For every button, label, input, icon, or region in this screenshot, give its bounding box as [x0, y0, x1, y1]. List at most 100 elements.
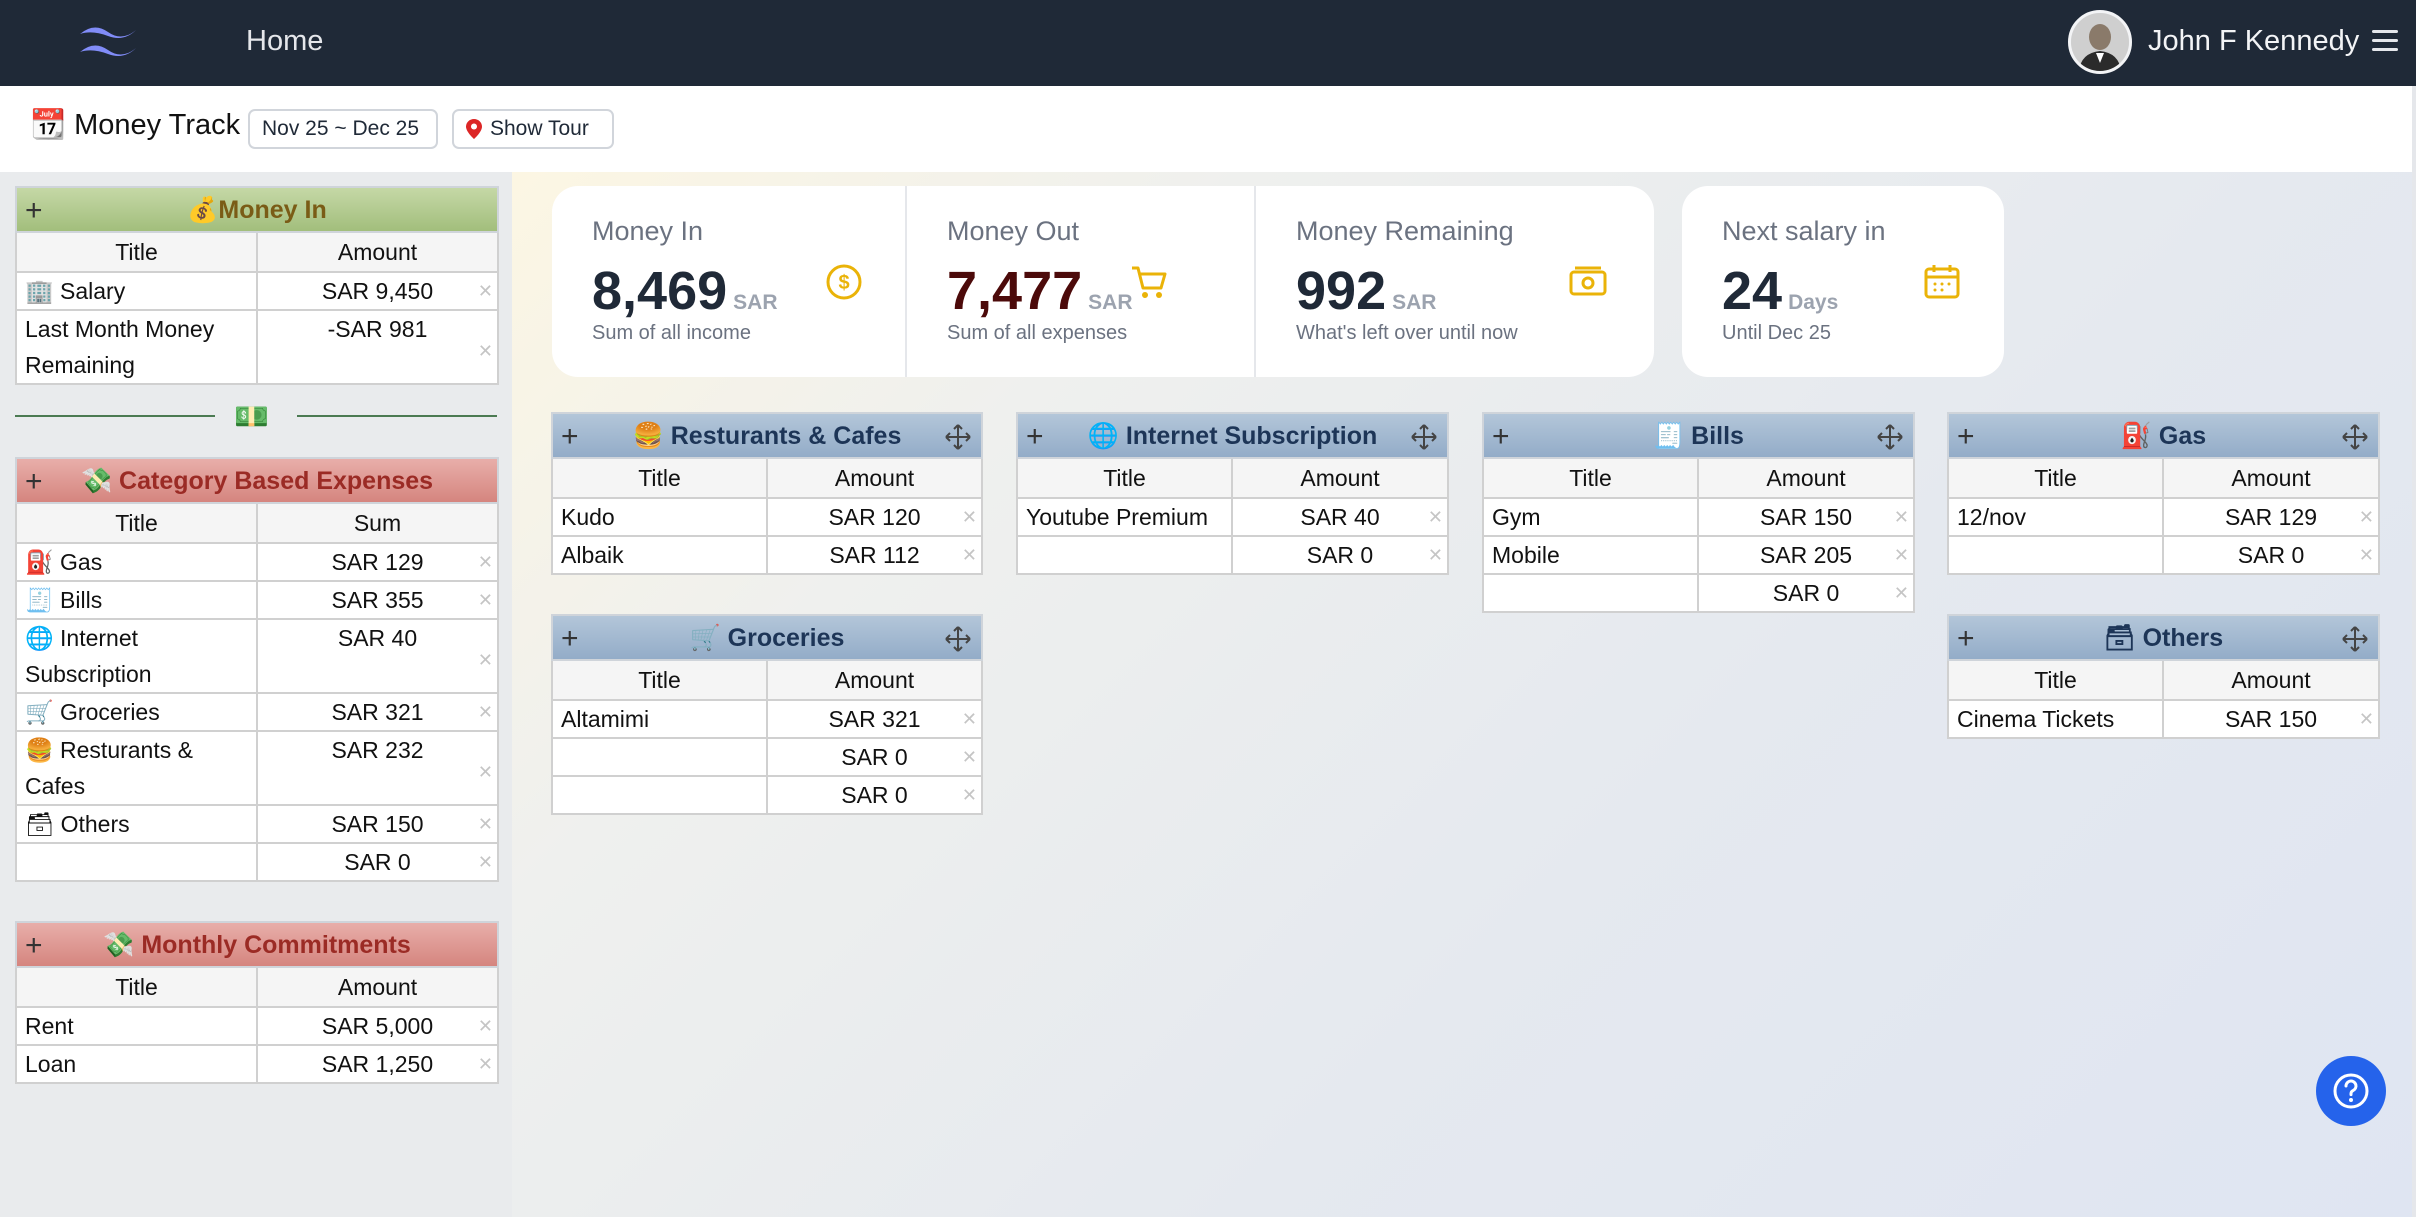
drag-handle-icon[interactable] [943, 624, 973, 654]
add-category-button[interactable]: + [25, 464, 43, 500]
drag-handle-icon[interactable] [2340, 624, 2370, 654]
add-item-button[interactable]: + [561, 621, 579, 657]
delete-row-icon[interactable]: ✕ [478, 642, 493, 678]
show-tour-button[interactable]: Show Tour [452, 109, 614, 149]
row-amount[interactable]: -SAR 981 [328, 316, 428, 342]
card-title: Bills [1691, 421, 1744, 450]
column-header: Sum [256, 502, 499, 544]
delete-row-icon[interactable]: ✕ [478, 694, 493, 730]
row-amount[interactable]: SAR 0 [841, 782, 907, 808]
row-title[interactable]: Gym [1482, 497, 1699, 537]
delete-row-icon[interactable]: ✕ [962, 701, 977, 737]
table-row: Rent SAR 5,000 ✕ [15, 1006, 500, 1046]
add-item-button[interactable]: + [1957, 621, 1975, 657]
add-item-button[interactable]: + [561, 419, 579, 455]
logo-icon[interactable] [76, 20, 140, 64]
delete-row-icon[interactable]: ✕ [1894, 575, 1909, 611]
delete-row-icon[interactable]: ✕ [478, 754, 493, 790]
row-amount[interactable]: SAR 321 [828, 706, 920, 732]
delete-row-icon[interactable]: ✕ [478, 1008, 493, 1044]
row-title[interactable] [1947, 535, 2164, 575]
row-title[interactable]: Youtube Premium [1016, 497, 1233, 537]
delete-row-icon[interactable]: ✕ [478, 844, 493, 880]
row-amount[interactable]: SAR 0 [1307, 542, 1373, 568]
delete-row-icon[interactable]: ✕ [1428, 537, 1443, 573]
row-amount[interactable]: SAR 0 [2238, 542, 2304, 568]
table-row: SAR 0 ✕ [15, 842, 499, 882]
delete-row-icon[interactable]: ✕ [478, 1046, 493, 1082]
row-title[interactable] [551, 775, 768, 815]
row-title[interactable]: ⛽ Gas [15, 542, 258, 582]
delete-row-icon[interactable]: ✕ [478, 582, 493, 618]
add-item-button[interactable]: + [1957, 419, 1975, 455]
table-row: 12/nov SAR 129 ✕ [1947, 497, 2381, 537]
money-bill-icon: 💵 [234, 401, 269, 432]
delete-row-icon[interactable]: ✕ [1428, 499, 1443, 535]
delete-row-icon[interactable]: ✕ [478, 544, 493, 580]
delete-row-icon[interactable]: ✕ [1894, 499, 1909, 535]
row-amount[interactable]: SAR 9,450 [322, 278, 433, 304]
delete-row-icon[interactable]: ✕ [478, 273, 493, 309]
date-range-button[interactable]: Nov 25 ~ Dec 25 [248, 109, 438, 149]
row-amount[interactable]: SAR 1,250 [322, 1051, 433, 1077]
row-amount[interactable]: SAR 129 [2225, 504, 2317, 530]
row-title[interactable]: 🍔 Resturants & Cafes [15, 730, 258, 806]
delete-row-icon[interactable]: ✕ [962, 499, 977, 535]
add-item-button[interactable]: + [1026, 419, 1044, 455]
row-title[interactable]: Rent [15, 1006, 258, 1046]
row-amount[interactable]: SAR 150 [1760, 504, 1852, 530]
row-title[interactable]: Cinema Tickets [1947, 699, 2164, 739]
row-title[interactable]: Altamimi [551, 699, 768, 739]
row-amount[interactable]: SAR 5,000 [322, 1013, 433, 1039]
row-title[interactable]: Mobile [1482, 535, 1699, 575]
menu-icon[interactable] [2372, 30, 2398, 54]
user-name[interactable]: John F Kennedy [2148, 25, 2359, 58]
row-amount[interactable]: SAR 205 [1760, 542, 1852, 568]
delete-row-icon[interactable]: ✕ [1894, 537, 1909, 573]
row-title[interactable]: 🏢 Salary [15, 271, 258, 311]
scrollbar[interactable] [2412, 86, 2416, 1217]
delete-row-icon[interactable]: ✕ [962, 537, 977, 573]
money-in-table: + 💰Money In Title Amount 🏢 Salary SAR 9,4… [14, 186, 500, 385]
row-title[interactable]: 🧾 Bills [15, 580, 258, 620]
drag-handle-icon[interactable] [1409, 422, 1439, 452]
row-title[interactable] [1482, 573, 1699, 613]
delete-row-icon[interactable]: ✕ [962, 777, 977, 813]
delete-row-icon[interactable]: ✕ [478, 806, 493, 842]
delete-row-icon[interactable]: ✕ [2359, 499, 2374, 535]
delete-row-icon[interactable]: ✕ [2359, 701, 2374, 737]
row-title[interactable] [1016, 535, 1233, 575]
row-title[interactable]: Albaik [551, 535, 768, 575]
row-amount[interactable]: SAR 120 [828, 504, 920, 530]
add-income-button[interactable]: + [25, 193, 43, 229]
delete-row-icon[interactable]: ✕ [478, 333, 493, 369]
row-amount[interactable]: SAR 112 [829, 542, 919, 568]
column-header: Amount [255, 966, 500, 1008]
delete-row-icon[interactable]: ✕ [2359, 537, 2374, 573]
add-commitment-button[interactable]: + [25, 928, 43, 964]
home-link[interactable]: Home [246, 25, 323, 58]
row-title[interactable]: 🗃 Others [15, 804, 258, 844]
row-title[interactable] [15, 842, 258, 882]
row-amount[interactable]: SAR 40 [1300, 504, 1379, 530]
help-button[interactable] [2316, 1056, 2386, 1126]
row-amount[interactable]: SAR 0 [841, 744, 907, 770]
drag-handle-icon[interactable] [2340, 422, 2370, 452]
row-title[interactable]: 🌐 Internet Subscription [15, 618, 258, 694]
divider [297, 415, 497, 417]
row-title[interactable]: 12/nov [1947, 497, 2164, 537]
drag-handle-icon[interactable] [1875, 422, 1905, 452]
next-salary-value: 24 [1722, 261, 1783, 321]
next-salary-card: Next salary in 24 Days Until Dec 25 [1682, 186, 2004, 377]
row-title[interactable] [551, 737, 768, 777]
row-amount[interactable]: SAR 150 [2225, 706, 2317, 732]
row-title[interactable]: Loan [15, 1044, 258, 1084]
row-amount[interactable]: SAR 0 [1773, 580, 1839, 606]
drag-handle-icon[interactable] [943, 422, 973, 452]
avatar[interactable] [2068, 10, 2132, 74]
row-title[interactable]: Kudo [551, 497, 768, 537]
add-item-button[interactable]: + [1492, 419, 1510, 455]
row-title[interactable]: 🛒 Groceries [15, 692, 258, 732]
delete-row-icon[interactable]: ✕ [962, 739, 977, 775]
row-title[interactable]: Last Month Money Remaining [15, 309, 258, 385]
